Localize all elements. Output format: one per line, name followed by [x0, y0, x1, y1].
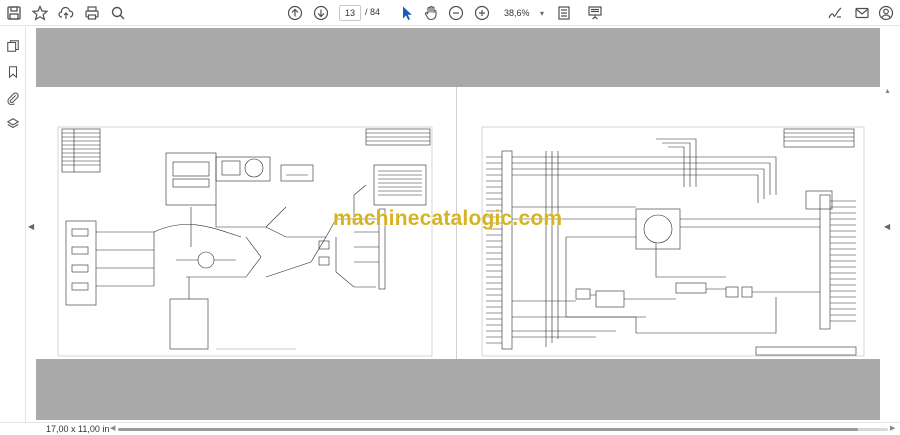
- breaker-box: [280, 164, 314, 182]
- print-icon[interactable]: [82, 3, 102, 23]
- previous-page-icon[interactable]: [285, 3, 305, 23]
- zoom-in-icon[interactable]: [472, 3, 492, 23]
- bookmarks-icon[interactable]: [4, 63, 22, 81]
- left-revision-table: [61, 128, 101, 173]
- status-bar: 17,00 x 11,00 in ◀ ▶: [0, 422, 900, 435]
- generator-alternator-box: [215, 156, 271, 182]
- bookmark-star-icon[interactable]: [30, 3, 50, 23]
- collapse-left-pane-icon[interactable]: ◀: [28, 222, 34, 231]
- right-diagram-page: [481, 126, 865, 357]
- chevron-down-icon: ▾: [539, 8, 544, 18]
- thumbnails-icon[interactable]: [4, 37, 22, 55]
- cloud-upload-icon[interactable]: [56, 3, 76, 23]
- right-revision-table: [783, 128, 855, 148]
- viewer-background-top: [36, 28, 880, 87]
- attachments-icon[interactable]: [4, 89, 22, 107]
- sign-icon[interactable]: [825, 3, 845, 23]
- page-total-label: / 84: [365, 7, 381, 17]
- horizontal-scrollbar[interactable]: [118, 428, 888, 431]
- left-diagram-page: [57, 126, 433, 357]
- left-page-border: [57, 126, 433, 357]
- zoom-value: 38,6%: [504, 8, 530, 18]
- right-center-module: [643, 214, 673, 244]
- right-terminal-column-right: [819, 194, 831, 330]
- fit-page-icon[interactable]: [554, 3, 574, 23]
- email-icon[interactable]: [852, 3, 872, 23]
- expand-right-pane-icon[interactable]: ◀: [884, 222, 890, 231]
- master-box: [65, 220, 97, 306]
- account-icon[interactable]: [876, 3, 896, 23]
- document-viewer[interactable]: machinecatalogic.com: [36, 28, 880, 420]
- voltage-regulator-box: [805, 190, 833, 210]
- right-title-block: [755, 346, 857, 356]
- zoom-select[interactable]: 38,6% ▾: [501, 5, 547, 21]
- hand-pan-icon[interactable]: [421, 3, 441, 23]
- toolbar: 13 / 84 38,6% ▾: [0, 0, 900, 26]
- pdf-reader-window: 13 / 84 38,6% ▾ ◀ ◀ ▲ machinecatalogic.c…: [0, 0, 900, 435]
- scroll-up-icon[interactable]: ▲: [884, 88, 891, 95]
- scroll-left-icon[interactable]: ◀: [110, 424, 115, 432]
- left-nav-pane: [0, 27, 26, 423]
- scroll-right-icon[interactable]: ▶: [890, 424, 895, 432]
- zoom-out-icon[interactable]: [446, 3, 466, 23]
- layers-icon[interactable]: [4, 115, 22, 133]
- presentation-icon[interactable]: [585, 3, 605, 23]
- search-icon[interactable]: [108, 3, 128, 23]
- right-page-border: [481, 126, 865, 357]
- page-size-label: 17,00 x 11,00 in: [46, 424, 110, 434]
- select-cursor-icon[interactable]: [397, 3, 417, 23]
- engine-box: [169, 298, 209, 350]
- page-number-input[interactable]: 13: [339, 5, 361, 21]
- starter-motor: [197, 251, 215, 269]
- horizontal-scrollbar-thumb[interactable]: [118, 428, 858, 431]
- next-page-icon[interactable]: [311, 3, 331, 23]
- save-icon[interactable]: [4, 3, 24, 23]
- viewer-background-bottom: [36, 359, 880, 420]
- watermark: machinecatalogic.com: [333, 207, 563, 230]
- right-terminal-column-left: [501, 150, 513, 350]
